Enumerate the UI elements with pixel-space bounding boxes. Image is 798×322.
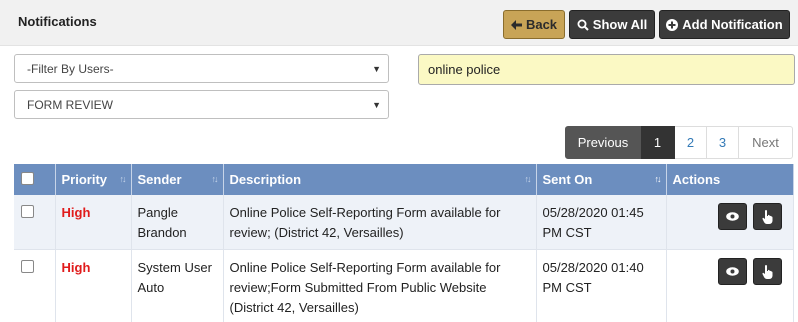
sent-on-cell: 05/28/2020 01:40 PM CST [536, 249, 667, 322]
view-button[interactable] [717, 203, 747, 230]
hand-pointer-icon [761, 264, 772, 279]
select-all-checkbox[interactable] [21, 171, 34, 185]
chevron-down-icon: ▼ [372, 64, 381, 74]
column-header-actions: Actions [666, 164, 794, 195]
column-header-sender[interactable]: Sender ↑↓ [131, 164, 224, 195]
table-header-row: Priority ↑↓ Sender ↑↓ Description ↑↓ Sent O… [14, 164, 794, 195]
pagination-page-1[interactable]: 1 [641, 126, 675, 159]
column-header-priority[interactable]: Priority ↑↓ [55, 164, 132, 195]
header-bar: Notifications Back Show All Add Notifica… [0, 0, 798, 46]
back-button-label: Back [525, 17, 558, 32]
row-select-cell [14, 249, 56, 322]
priority-badge: High [61, 205, 91, 220]
page-title: Notifications [18, 14, 97, 29]
column-label: Actions [672, 172, 721, 187]
filter-users-value: -Filter By Users- [27, 61, 114, 76]
sort-desc-icon: ↑↓ [654, 174, 662, 184]
sort-icon: ↑↓ [211, 174, 219, 184]
row-actions [673, 203, 787, 233]
pagination-next[interactable]: Next [739, 126, 793, 159]
actions-cell [666, 195, 794, 250]
table-row: High System User Auto Online Police Self… [14, 249, 794, 322]
arrow-left-icon [510, 19, 522, 30]
show-all-label: Show All [592, 17, 648, 32]
column-header-sent-on[interactable]: Sent On ↑↓ [536, 164, 667, 195]
filter-users-select[interactable]: -Filter By Users- ▼ [14, 54, 389, 83]
row-checkbox[interactable] [21, 205, 34, 218]
column-label: Description [229, 172, 302, 187]
priority-badge: High [61, 260, 91, 275]
sender-cell: System User Auto [131, 249, 224, 322]
column-label: Sender [137, 172, 182, 187]
priority-cell: High [55, 249, 132, 322]
sent-on-cell: 05/28/2020 01:45 PM CST [536, 195, 667, 250]
search-icon [577, 19, 589, 31]
select-all-cell [14, 164, 56, 195]
row-actions [673, 258, 787, 288]
filter-form-select[interactable]: FORM REVIEW ▼ [14, 90, 389, 119]
show-all-button[interactable]: Show All [569, 10, 655, 39]
column-label: Priority [61, 172, 108, 187]
sort-icon: ↑↓ [119, 174, 127, 184]
pagination-page-3[interactable]: 3 [707, 126, 739, 159]
add-notification-label: Add Notification [682, 17, 783, 32]
column-header-description[interactable]: Description ↑↓ [223, 164, 537, 195]
search-input[interactable] [418, 54, 795, 85]
eye-icon [725, 212, 739, 221]
plus-circle-icon [666, 18, 679, 31]
sender-cell: Pangle Brandon [131, 195, 224, 250]
priority-cell: High [55, 195, 132, 250]
sort-icon: ↑↓ [524, 174, 532, 184]
action-button[interactable] [752, 203, 782, 230]
row-checkbox[interactable] [21, 260, 34, 273]
action-button[interactable] [752, 258, 782, 285]
description-cell: Online Police Self-Reporting Form availa… [223, 195, 537, 250]
description-cell: Online Police Self-Reporting Form availa… [223, 249, 537, 322]
column-label: Sent On [542, 172, 593, 187]
pagination: Previous 1 2 3 Next [565, 126, 793, 159]
view-button[interactable] [717, 258, 747, 285]
hand-pointer-icon [761, 209, 772, 224]
eye-icon [725, 267, 739, 276]
add-notification-button[interactable]: Add Notification [659, 10, 790, 39]
pagination-previous[interactable]: Previous [565, 126, 641, 159]
row-select-cell [14, 195, 56, 250]
back-button[interactable]: Back [503, 10, 565, 39]
notifications-table: Priority ↑↓ Sender ↑↓ Description ↑↓ Sent O… [14, 164, 794, 322]
table-row: High Pangle Brandon Online Police Self-R… [14, 195, 794, 250]
actions-cell [666, 249, 794, 322]
filter-form-value: FORM REVIEW [27, 97, 113, 112]
chevron-down-icon: ▼ [372, 100, 381, 110]
pagination-page-2[interactable]: 2 [675, 126, 707, 159]
